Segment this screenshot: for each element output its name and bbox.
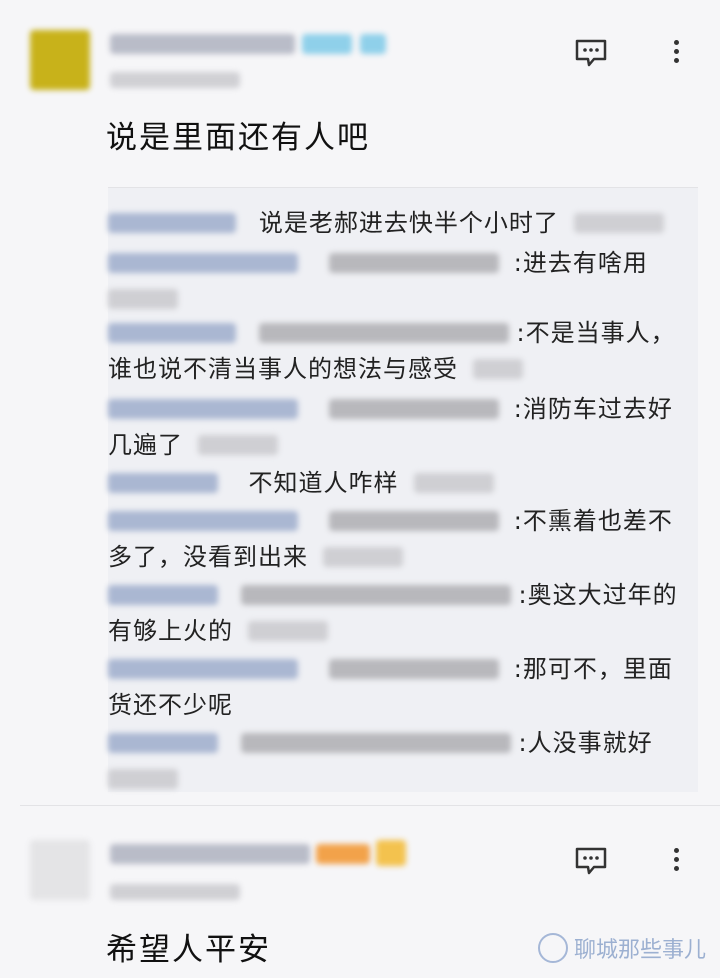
comment-1: 说是里面还有人吧 <box>0 0 720 185</box>
avatar[interactable] <box>30 840 90 900</box>
divider <box>108 187 698 188</box>
more-icon[interactable] <box>674 844 680 875</box>
reply-text: 谁也说不清当事人的想法与感受 <box>108 355 458 383</box>
watermark-text: 聊城那些事儿 <box>573 938 706 963</box>
level-badge <box>302 34 352 54</box>
reply-text: 货还不少呢 <box>108 691 233 719</box>
timestamp <box>110 884 240 900</box>
reply-text: :那可不，里面 <box>513 655 673 683</box>
replies-panel: 说是老郝进去快半个小时了 :进去有啥用 :不是当事人， 谁也说不清当事人的想法与… <box>108 187 698 792</box>
reply-text: 有够上火的 <box>108 617 233 645</box>
comment-text: 希望人平安 <box>106 932 271 968</box>
reply-text: :不熏着也差不 <box>513 507 673 535</box>
username[interactable] <box>110 844 310 864</box>
vip-badge <box>316 844 370 864</box>
reply-text: :进去有啥用 <box>513 249 648 277</box>
wechat-icon <box>537 933 568 963</box>
watermark: 聊城那些事儿 <box>537 932 706 964</box>
reply-text: 不知道人咋样 <box>248 469 399 497</box>
comment-text: 说是里面还有人吧 <box>106 120 370 156</box>
reply-text: :不是当事人， <box>516 319 676 347</box>
comment-icon[interactable] <box>574 38 608 72</box>
reply-text: :奥这大过年的 <box>518 581 678 609</box>
username[interactable] <box>110 34 295 54</box>
reply-text: :消防车过去好 <box>513 395 673 423</box>
more-icon[interactable] <box>674 36 680 67</box>
reply-text: 几遍了 <box>108 431 183 459</box>
timestamp <box>110 72 240 88</box>
comment-icon[interactable] <box>574 846 608 880</box>
vip-crown-icon <box>376 840 406 866</box>
avatar[interactable] <box>30 30 90 90</box>
reply-text: 多了，没看到出来 <box>108 543 308 571</box>
reply-text: 说是老郝进去快半个小时了 <box>258 209 559 237</box>
level-badge-small <box>360 34 386 54</box>
reply-text: :人没事就好 <box>518 729 653 757</box>
